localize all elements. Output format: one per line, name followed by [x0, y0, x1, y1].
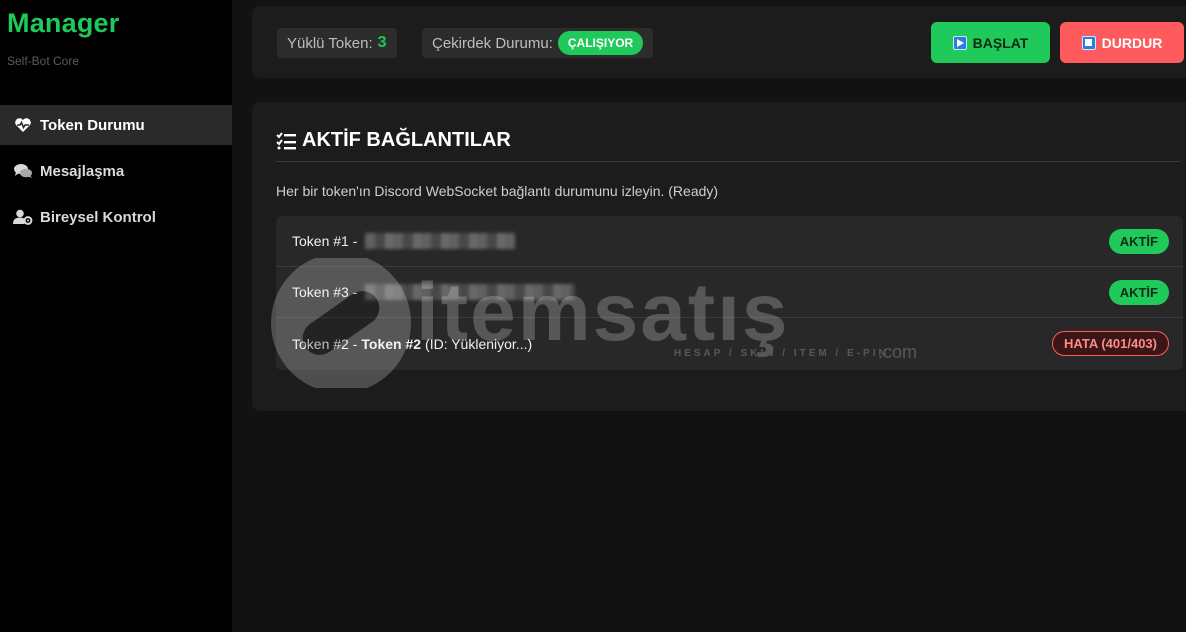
- status-badge: HATA (401/403): [1052, 331, 1169, 356]
- panel-title-text: AKTİF BAĞLANTILAR: [302, 129, 511, 151]
- heartbeat-icon: [12, 116, 34, 134]
- redacted-token-name: [365, 233, 516, 249]
- connection-list: Token #1 - AKTİF Token #3 - AKTİF Token …: [276, 216, 1183, 370]
- start-button[interactable]: BAŞLAT: [931, 22, 1050, 63]
- sidebar-item-label: Token Durumu: [40, 116, 145, 134]
- stop-button-label: DURDUR: [1101, 34, 1163, 51]
- connection-row-token-3: Token #3 - AKTİF: [276, 267, 1183, 318]
- panel-divider: [276, 161, 1180, 162]
- status-badge: AKTİF: [1108, 280, 1169, 305]
- panel-description: Her bir token'ın Discord WebSocket bağla…: [276, 183, 719, 199]
- stop-icon: [1081, 35, 1096, 50]
- sidebar: Manager Self-Bot Core Token Durumu Mesaj…: [0, 0, 232, 632]
- start-button-label: BAŞLAT: [972, 34, 1029, 51]
- top-status-bar: Yüklü Token: 3 Çekirdek Durumu: ÇALIŞIYO…: [252, 6, 1186, 78]
- core-status-badge: ÇALIŞIYOR: [557, 31, 644, 55]
- sidebar-nav: Token Durumu Mesajlaşma Bireysel Kontrol: [0, 105, 232, 243]
- sidebar-item-label: Bireysel Kontrol: [40, 208, 156, 226]
- token-prefix: Token #2 -: [292, 336, 358, 352]
- active-connections-panel: AKTİF BAĞLANTILAR Her bir token'ın Disco…: [252, 102, 1186, 411]
- brand-subtitle: Self-Bot Core: [7, 54, 80, 68]
- app-root: Manager Self-Bot Core Token Durumu Mesaj…: [0, 0, 1186, 632]
- sidebar-item-label: Mesajlaşma: [40, 162, 125, 180]
- sidebar-item-mesajlasma[interactable]: Mesajlaşma: [0, 151, 232, 191]
- play-icon: [952, 35, 967, 50]
- brand-title: Manager: [7, 8, 120, 38]
- loaded-token-count: 3: [377, 34, 387, 51]
- redacted-token-name: [365, 284, 576, 300]
- core-status-stat: Çekirdek Durumu: ÇALIŞIYOR: [422, 28, 654, 58]
- connection-row-token-2: Token #2 - Token #2 (ID: Yükleniyor...) …: [276, 318, 1183, 370]
- status-badge: AKTİF: [1108, 229, 1169, 254]
- panel-title: AKTİF BAĞLANTILAR: [276, 129, 511, 152]
- sidebar-item-token-durumu[interactable]: Token Durumu: [0, 105, 232, 145]
- token-id-detail: (ID: Yükleniyor...): [425, 336, 533, 352]
- token-prefix: Token #1 -: [292, 233, 358, 249]
- connection-row-token-1: Token #1 - AKTİF: [276, 216, 1183, 267]
- token-name: Token #2: [361, 336, 422, 352]
- sidebar-item-bireysel-kontrol[interactable]: Bireysel Kontrol: [0, 197, 232, 237]
- user-cog-icon: [12, 208, 34, 226]
- chat-bubbles-icon: [12, 162, 34, 180]
- stop-button[interactable]: DURDUR: [1060, 22, 1184, 63]
- loaded-token-stat: Yüklü Token: 3: [277, 28, 397, 58]
- checklist-icon: [276, 131, 296, 150]
- loaded-token-label: Yüklü Token:: [287, 34, 373, 52]
- token-prefix: Token #3 -: [292, 284, 358, 300]
- core-status-label: Çekirdek Durumu:: [432, 34, 553, 52]
